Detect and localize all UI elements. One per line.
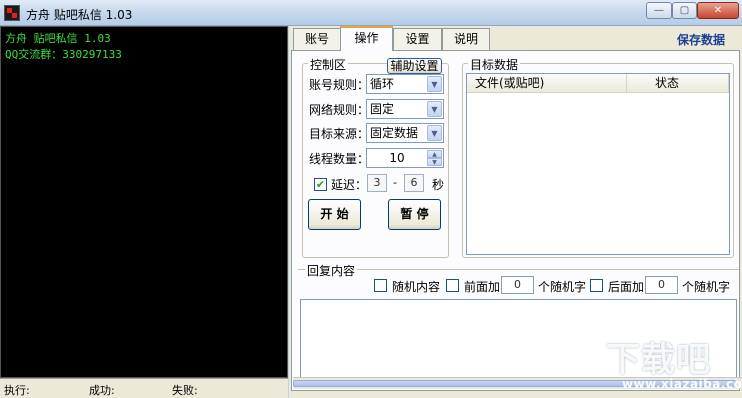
tab-account[interactable]: 账号 bbox=[293, 28, 341, 50]
fail-label: 失败: bbox=[172, 384, 198, 397]
watermark-text: 下载吧 bbox=[606, 340, 711, 380]
chevron-down-icon: ▼ bbox=[427, 76, 442, 92]
save-data-link[interactable]: 保存数据 bbox=[677, 31, 725, 48]
tab-operation[interactable]: 操作 bbox=[340, 26, 393, 51]
thread-count-value: 10 bbox=[389, 151, 405, 165]
delay-unit: 秒 bbox=[432, 178, 445, 192]
account-rule-value: 循环 bbox=[370, 77, 395, 91]
window-title: 方舟 贴吧私信 1.03 bbox=[26, 8, 133, 22]
postfix-checkbox[interactable] bbox=[590, 279, 603, 292]
log-console[interactable]: 方舟 贴吧私信 1.03 QQ交流群：330297133 bbox=[0, 26, 288, 378]
chevron-down-icon: ▼ bbox=[427, 101, 442, 117]
network-rule-label: 网络规则： bbox=[309, 103, 370, 117]
delay-separator: - bbox=[393, 176, 397, 189]
close-button[interactable]: ✕ bbox=[697, 2, 739, 19]
target-source-select[interactable]: 固定数据 ▼ bbox=[366, 123, 444, 143]
console-line: QQ交流群：330297133 bbox=[5, 48, 122, 61]
watermark-logo: 下载吧 www.xiazaiba.com bbox=[600, 332, 742, 396]
app-icon bbox=[4, 5, 20, 21]
network-rule-select[interactable]: 固定 ▼ bbox=[366, 99, 444, 119]
target-data-group: 目标数据 文件(或贴吧) 状态 bbox=[462, 56, 734, 258]
target-source-value: 固定数据 bbox=[370, 126, 419, 140]
postfix-label: 后面加 bbox=[608, 280, 645, 294]
table-header: 文件(或贴吧) 状态 bbox=[467, 74, 729, 93]
thread-count-stepper[interactable]: 10 ▲ ▼ bbox=[366, 148, 444, 168]
spin-down-icon[interactable]: ▼ bbox=[427, 158, 442, 166]
pause-button[interactable]: 暂 停 bbox=[388, 199, 441, 230]
success-label: 成功: bbox=[89, 384, 115, 397]
reply-content-title: 回复内容 bbox=[305, 262, 358, 279]
prefix-checkbox[interactable] bbox=[446, 279, 459, 292]
watermark-url: www.xiazaiba.com bbox=[622, 377, 742, 391]
minimize-button[interactable]: — bbox=[646, 2, 672, 19]
aux-settings-button[interactable]: 辅助设置 bbox=[387, 58, 442, 74]
random-content-checkbox[interactable] bbox=[374, 279, 387, 292]
delay-label: 延迟： bbox=[331, 178, 368, 192]
control-area-group: 控制区 辅助设置 账号规则： 循环 ▼ 网络规则： 固定 ▼ 目标来源： 固定数… bbox=[302, 56, 449, 258]
tab-settings[interactable]: 设置 bbox=[393, 28, 442, 50]
tab-instructions[interactable]: 说明 bbox=[442, 28, 490, 50]
random-content-label: 随机内容 bbox=[392, 280, 441, 294]
prefix-label: 前面加 bbox=[464, 280, 501, 294]
executing-label: 执行: bbox=[4, 384, 30, 397]
thread-count-label: 线程数量： bbox=[309, 152, 370, 166]
target-data-title: 目标数据 bbox=[468, 56, 521, 73]
delay-max-input[interactable]: 6 bbox=[404, 174, 424, 192]
account-rule-label: 账号规则： bbox=[309, 78, 370, 92]
postfix-suffix-label: 个随机字 bbox=[682, 280, 731, 294]
start-button[interactable]: 开 始 bbox=[308, 199, 361, 230]
column-header-status[interactable]: 状态 bbox=[627, 74, 729, 93]
title-bar: 方舟 贴吧私信 1.03 — ▢ ✕ bbox=[0, 0, 742, 26]
status-bar: 执行: 成功: 失败: bbox=[0, 378, 288, 398]
network-rule-value: 固定 bbox=[370, 102, 395, 116]
column-header-file[interactable]: 文件(或贴吧) bbox=[467, 74, 627, 93]
console-line: 方舟 贴吧私信 1.03 bbox=[5, 32, 111, 45]
prefix-count-input[interactable]: 0 bbox=[501, 276, 534, 294]
maximize-button[interactable]: ▢ bbox=[672, 2, 697, 19]
delay-min-input[interactable]: 3 bbox=[367, 174, 387, 192]
postfix-count-input[interactable]: 0 bbox=[645, 276, 678, 294]
prefix-suffix-label: 个随机字 bbox=[538, 280, 587, 294]
target-source-label: 目标来源： bbox=[309, 127, 370, 141]
target-data-table[interactable]: 文件(或贴吧) 状态 bbox=[466, 73, 730, 255]
delay-checkbox[interactable]: ✔ bbox=[314, 178, 327, 191]
control-area-title: 控制区 bbox=[308, 56, 349, 73]
account-rule-select[interactable]: 循环 ▼ bbox=[366, 74, 444, 94]
spin-up-icon[interactable]: ▲ bbox=[427, 150, 442, 158]
chevron-down-icon: ▼ bbox=[427, 125, 442, 141]
